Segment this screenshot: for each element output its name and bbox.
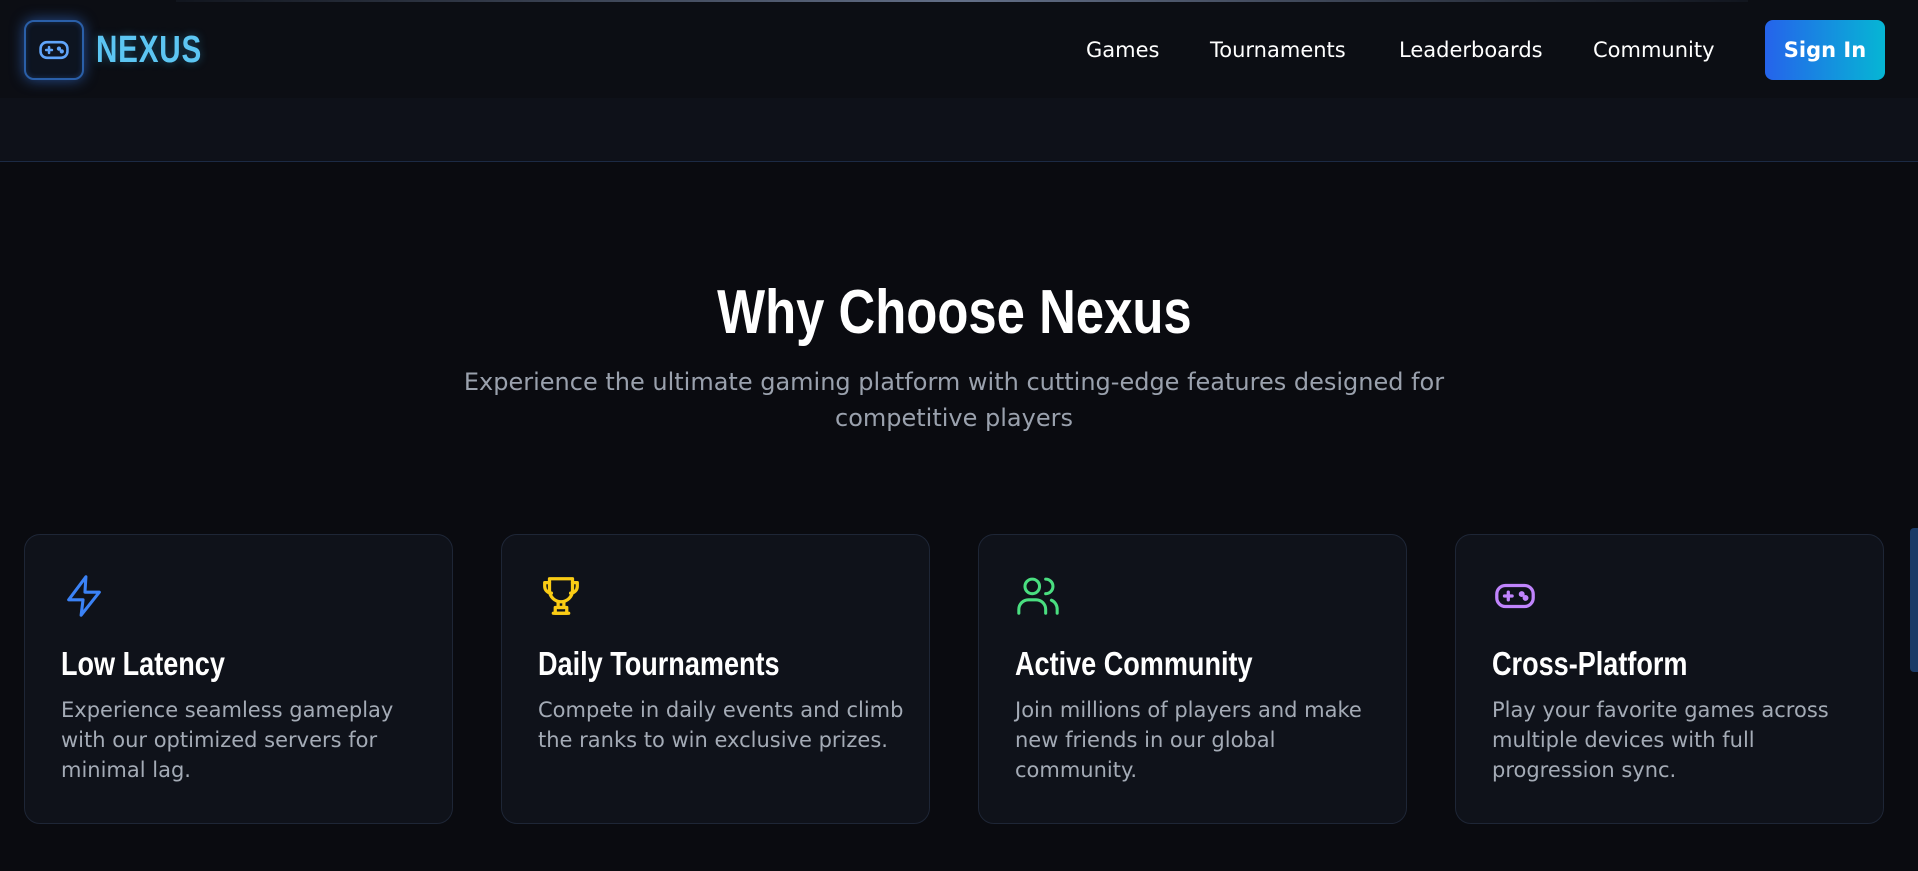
feature-title: Low Latency [61, 645, 225, 682]
gamepad-icon [1495, 583, 1535, 609]
logo-badge[interactable] [24, 20, 84, 80]
feature-description: Experience seamless gameplay with our op… [61, 698, 394, 782]
sign-in-button[interactable]: Sign In [1765, 20, 1885, 80]
nav-link-community[interactable]: Community [1593, 36, 1715, 64]
navbar-glow-line [176, 0, 1748, 2]
users-icon [1017, 577, 1059, 615]
feature-title: Cross-Platform [1492, 645, 1688, 682]
feature-icon-wrap [61, 573, 107, 619]
section-title-text: Why Choose Nexus [716, 278, 1192, 347]
nav-link-leaderboards[interactable]: Leaderboards [1399, 36, 1543, 64]
lightning-icon [67, 575, 101, 617]
feature-card-low-latency: Low Latency Experience seamless gameplay… [24, 534, 453, 824]
feature-title: Active Community [1015, 645, 1253, 682]
feature-card-daily-tournaments: Daily Tournaments Compete in daily event… [501, 534, 930, 824]
trophy-icon [543, 577, 579, 615]
feature-icon-wrap [538, 573, 584, 619]
feature-description: Play your favorite games across multiple… [1492, 698, 1829, 782]
feature-card-active-community: Active Community Join millions of player… [978, 534, 1407, 824]
gamepad-icon [39, 40, 69, 60]
nav-link-tournaments[interactable]: Tournaments [1210, 36, 1346, 64]
feature-description: Join millions of players and make new fr… [1015, 698, 1362, 782]
nav-link-games[interactable]: Games [1086, 36, 1159, 64]
scrollbar-thumb[interactable] [1910, 528, 1918, 672]
feature-icon-wrap [1492, 573, 1538, 619]
page: NEXUS Games Tournaments Leaderboards Com… [0, 0, 1918, 871]
brand-name[interactable]: NEXUS [96, 26, 202, 74]
section-subtitle: Experience the ultimate gaming platform … [463, 368, 1445, 432]
section-title: Why Choose Nexus [0, 276, 1908, 350]
header-subband [0, 98, 1918, 162]
feature-description: Compete in daily events and climb the ra… [538, 698, 904, 752]
feature-icon-wrap [1015, 573, 1061, 619]
navbar: NEXUS Games Tournaments Leaderboards Com… [0, 0, 1918, 98]
feature-title: Daily Tournaments [538, 645, 780, 682]
feature-card-cross-platform: Cross-Platform Play your favorite games … [1455, 534, 1884, 824]
